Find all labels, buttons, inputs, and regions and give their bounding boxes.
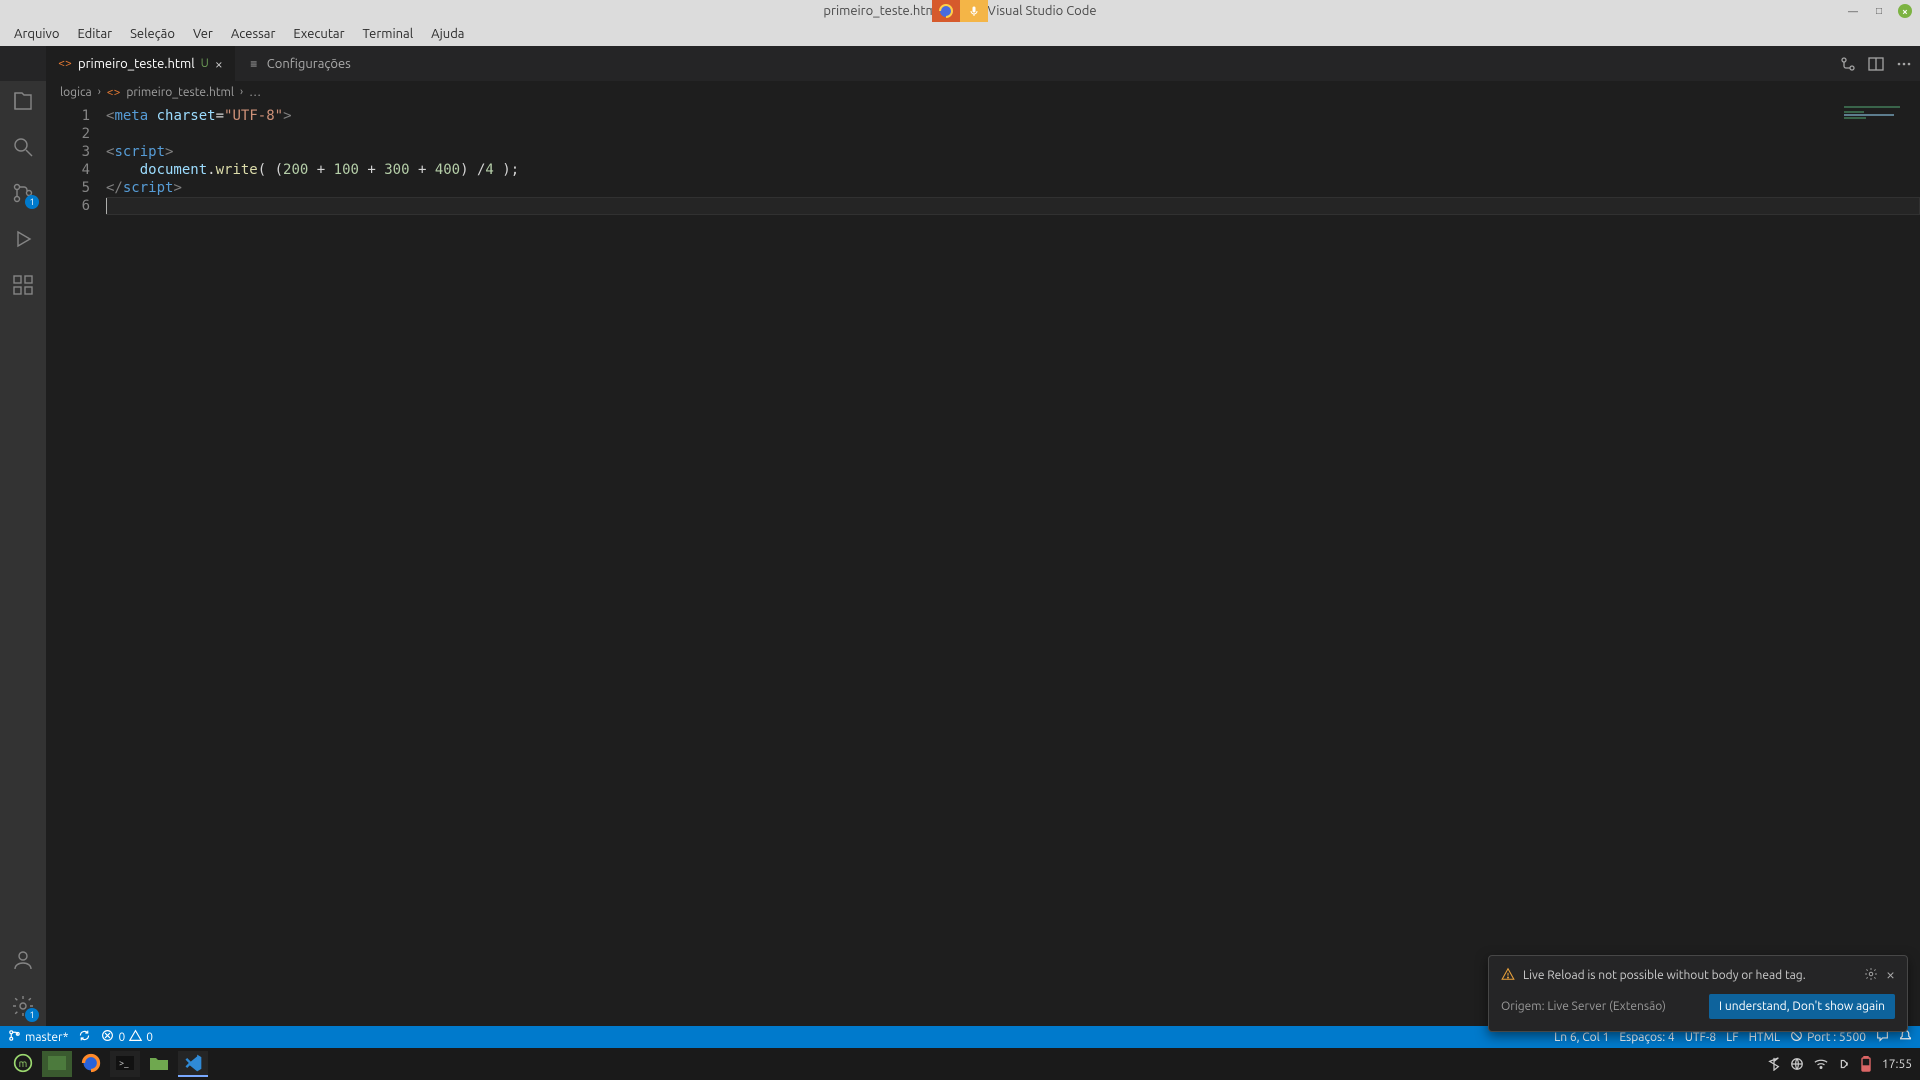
close-tab-button[interactable]: × <box>215 57 223 71</box>
more-actions-icon[interactable] <box>1896 56 1912 72</box>
main: 1 1 logica › <> primeiro_teste.html › … … <box>0 81 1920 1026</box>
menu-ver[interactable]: Ver <box>185 25 221 43</box>
notification-action-button[interactable]: I understand, Don't show again <box>1709 994 1895 1019</box>
tray-sound-icon[interactable] <box>1838 1057 1850 1071</box>
activity-bar: 1 1 <box>0 81 46 1026</box>
menu-selecao[interactable]: Seleção <box>122 25 183 43</box>
menu-arquivo[interactable]: Arquivo <box>6 25 67 43</box>
os-taskbar: m >_ 17:55 <box>0 1048 1920 1080</box>
cursor-position-status[interactable]: Ln 6, Col 1 <box>1554 1031 1609 1044</box>
problems-status[interactable]: 0 0 <box>101 1029 153 1045</box>
settings-badge: 1 <box>25 1008 39 1022</box>
tray-network-icon[interactable] <box>1790 1057 1804 1071</box>
search-icon[interactable] <box>9 133 37 161</box>
branch-icon <box>8 1029 21 1045</box>
menu-editar[interactable]: Editar <box>69 25 120 43</box>
menu-ajuda[interactable]: Ajuda <box>423 25 472 43</box>
indentation-status[interactable]: Espaços: 4 <box>1619 1031 1674 1044</box>
sync-status[interactable] <box>78 1029 91 1045</box>
extensions-icon[interactable] <box>9 271 37 299</box>
accounts-icon[interactable] <box>9 946 37 974</box>
split-editor-icon[interactable] <box>1868 56 1884 72</box>
html-file-icon: <> <box>107 86 121 99</box>
eol-status[interactable]: LF <box>1726 1031 1738 1044</box>
settings-tab-icon: ≡ <box>247 57 261 71</box>
notification-title: Live Reload is not possible without body… <box>1523 969 1806 982</box>
titlebar: primeiro_teste.html - A cle - Visual Stu… <box>0 0 1920 22</box>
explorer-icon[interactable] <box>9 87 37 115</box>
gutter: 123456 <box>46 103 106 1026</box>
tab-label: primeiro_teste.html <box>78 57 195 71</box>
breadcrumb-file: primeiro_teste.html <box>126 86 234 99</box>
firefox-icon <box>932 0 960 22</box>
git-branch-status[interactable]: master* <box>8 1029 68 1045</box>
chevron-right-icon: › <box>98 86 101 98</box>
settings-gear-icon[interactable]: 1 <box>9 992 37 1020</box>
menubar: Arquivo Editar Seleção Ver Acessar Execu… <box>0 22 1920 46</box>
source-control-icon[interactable]: 1 <box>9 179 37 207</box>
notification-settings-icon[interactable] <box>1864 967 1878 984</box>
menu-executar[interactable]: Executar <box>285 25 352 43</box>
tab-label: Configurações <box>267 57 351 71</box>
menu-terminal[interactable]: Terminal <box>355 25 422 43</box>
taskbar-vscode[interactable] <box>178 1051 208 1077</box>
microphone-icon <box>960 0 988 22</box>
code-content[interactable]: <meta charset="UTF-8"><script> document.… <box>106 103 1920 1026</box>
tray-bluetooth-icon[interactable] <box>1768 1057 1780 1071</box>
html-file-icon: <> <box>58 57 72 71</box>
screen: primeiro_teste.html - A cle - Visual Stu… <box>0 0 1920 1080</box>
tab-status: U <box>201 57 209 70</box>
warning-icon <box>1501 967 1515 984</box>
title-overlay-icons <box>932 0 988 22</box>
code-editor[interactable]: 123456 <meta charset="UTF-8"><script> do… <box>46 103 1920 1026</box>
encoding-status[interactable]: UTF-8 <box>1685 1031 1716 1044</box>
tabs-row: <> primeiro_teste.html U × ≡ Configuraçõ… <box>0 46 1920 81</box>
maximize-button[interactable]: □ <box>1872 4 1886 18</box>
sync-icon <box>78 1029 91 1045</box>
compare-changes-icon[interactable] <box>1840 56 1856 72</box>
editor-area: logica › <> primeiro_teste.html › … 1234… <box>46 81 1920 1026</box>
taskbar-firefox[interactable] <box>76 1051 106 1077</box>
tray-wifi-icon[interactable] <box>1814 1058 1828 1070</box>
taskbar-show-desktop[interactable] <box>42 1051 72 1077</box>
notification-source: Origem: Live Server (Extensão) <box>1501 1000 1666 1013</box>
language-mode-status[interactable]: HTML <box>1749 1031 1781 1044</box>
notification-toast: Live Reload is not possible without body… <box>1488 955 1908 1032</box>
error-icon <box>101 1029 114 1045</box>
minimap[interactable] <box>1840 103 1920 1026</box>
close-window-button[interactable]: × <box>1898 4 1912 18</box>
tray-clock[interactable]: 17:55 <box>1882 1058 1912 1071</box>
notification-close-icon[interactable]: × <box>1886 966 1895 984</box>
start-menu-button[interactable]: m <box>8 1051 38 1077</box>
svg-text:>_: >_ <box>119 1058 129 1068</box>
scm-badge: 1 <box>25 195 39 209</box>
taskbar-terminal[interactable]: >_ <box>110 1051 140 1077</box>
tray-battery-icon[interactable] <box>1860 1056 1872 1072</box>
menu-acessar[interactable]: Acessar <box>223 25 284 43</box>
tab-configuracoes[interactable]: ≡ Configurações <box>235 46 363 81</box>
svg-text:m: m <box>19 1058 28 1069</box>
breadcrumb-folder: logica <box>60 86 92 99</box>
chevron-right-icon: › <box>240 86 243 98</box>
run-debug-icon[interactable] <box>9 225 37 253</box>
warning-icon <box>129 1029 142 1045</box>
breadcrumb-tail: … <box>249 86 261 99</box>
tab-primeiro-teste[interactable]: <> primeiro_teste.html U × <box>46 46 235 81</box>
taskbar-files[interactable] <box>144 1051 174 1077</box>
breadcrumb[interactable]: logica › <> primeiro_teste.html › … <box>46 81 1920 103</box>
minimize-button[interactable]: — <box>1846 4 1860 18</box>
